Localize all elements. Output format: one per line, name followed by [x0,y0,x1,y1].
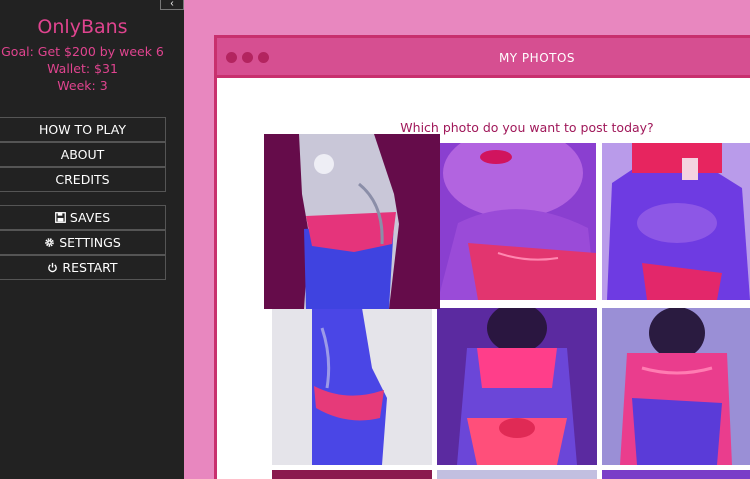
about-button[interactable]: ABOUT [0,142,166,167]
game-title: OnlyBans [37,16,128,38]
photo-option-8[interactable] [437,470,597,479]
week-text: Week: 3 [57,78,108,93]
settings-button[interactable]: SETTINGS [0,230,166,255]
photo-option-1-selected[interactable] [264,134,440,309]
power-icon [48,262,58,273]
settings-label: SETTINGS [59,235,121,250]
photo-option-7[interactable] [272,470,432,479]
saves-button[interactable]: SAVES [0,205,166,230]
window-titlebar: MY PHOTOS [217,38,750,78]
how-to-play-label: HOW TO PLAY [38,122,127,137]
credits-button[interactable]: CREDITS [0,167,166,192]
photo-option-4[interactable] [272,308,432,465]
photo-option-6[interactable] [602,308,750,465]
photo-option-2[interactable] [438,143,596,300]
saves-label: SAVES [69,210,111,225]
window-title: MY PHOTOS [498,51,576,65]
restart-label: RESTART [62,260,118,275]
wallet-text: Wallet: $31 [47,61,118,76]
about-label: ABOUT [60,147,105,162]
photo-option-3[interactable] [602,143,750,300]
credits-label: CREDITS [55,172,110,187]
photo-prompt: Which photo do you want to post today? [400,120,654,135]
restart-button[interactable]: RESTART [0,255,166,280]
gear-icon [45,238,55,247]
sidebar: ‹ OnlyBans Goal: Get $200 by week 6 Wall… [0,0,184,479]
how-to-play-button[interactable]: HOW TO PLAY [0,117,166,142]
floppy-disk-icon [54,212,66,223]
photo-option-5[interactable] [437,308,597,465]
chevron-left-icon: ‹ [170,0,174,9]
photo-option-9[interactable] [602,470,750,479]
goal-text: Goal: Get $200 by week 6 [1,44,164,59]
sidebar-collapse-button[interactable]: ‹ [160,0,184,10]
